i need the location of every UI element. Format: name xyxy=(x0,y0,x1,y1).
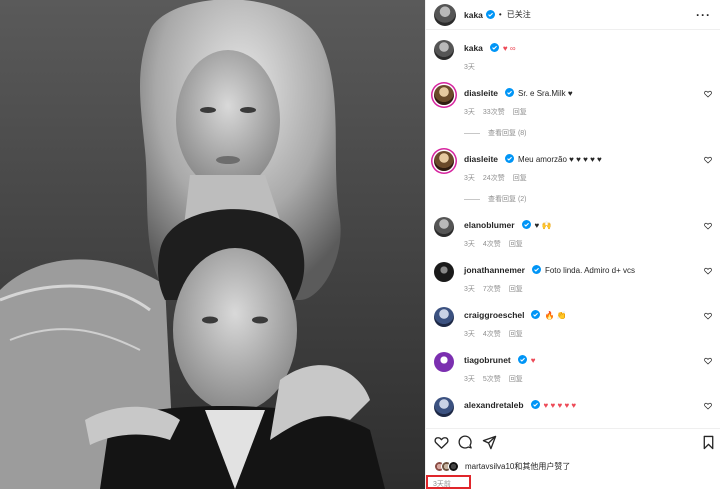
reply-button[interactable]: 回复 xyxy=(509,331,523,338)
header-separator: • xyxy=(498,10,502,19)
comment-avatar[interactable] xyxy=(434,85,454,105)
view-replies-label: 查看回复 (8) xyxy=(488,130,527,137)
like-comment-heart-icon[interactable] xyxy=(704,90,712,98)
comment-likes[interactable]: 5次赞 xyxy=(483,376,501,383)
liker-avatars xyxy=(434,460,459,472)
verified-badge-icon xyxy=(489,43,499,52)
following-status[interactable]: 已关注 xyxy=(507,9,531,20)
liked-by[interactable]: martavsilva10和其他用户赞了 xyxy=(434,460,570,472)
reply-button[interactable]: 回复 xyxy=(509,376,523,383)
comment-bubble-icon[interactable] xyxy=(458,435,473,450)
comment-time: 3天 xyxy=(464,376,475,383)
verified-badge-icon xyxy=(530,400,540,409)
reply-button[interactable]: 回复 xyxy=(509,241,523,248)
comment-time: 3天 xyxy=(464,331,475,338)
comment-time: 3天 xyxy=(464,241,475,248)
comment-time: 3天 xyxy=(464,286,475,293)
comment-text: Sr. e Sra.Milk ♥ xyxy=(518,89,573,98)
verified-badge-icon xyxy=(485,10,495,19)
comment-avatar[interactable] xyxy=(434,262,454,282)
author-avatar[interactable] xyxy=(434,3,456,26)
like-comment-heart-icon[interactable] xyxy=(704,312,712,320)
comment-avatar[interactable] xyxy=(434,151,454,171)
comment-username[interactable]: craiggroeschel xyxy=(464,310,524,320)
comment-username[interactable]: diasleite xyxy=(464,154,498,164)
verified-badge-icon xyxy=(505,88,515,97)
like-comment-heart-icon[interactable] xyxy=(704,156,712,164)
comment-likes[interactable]: 24次赞 xyxy=(483,175,505,182)
view-replies-button[interactable]: 查看回复 (8) xyxy=(464,128,527,138)
verified-badge-icon xyxy=(531,310,541,319)
verified-badge-icon xyxy=(531,265,541,274)
comment-avatar[interactable] xyxy=(434,352,454,372)
verified-badge-icon xyxy=(521,220,531,229)
caption-text: ♥ ∞ xyxy=(502,44,516,53)
comment-likes[interactable]: 4次赞 xyxy=(483,331,501,338)
reply-button[interactable]: 回复 xyxy=(509,286,523,293)
like-comment-heart-icon[interactable] xyxy=(704,402,712,410)
share-send-icon[interactable] xyxy=(482,435,497,450)
comment-username[interactable]: jonathannemer xyxy=(464,265,525,275)
post-header: kaka • 已关注 ··· xyxy=(426,0,720,30)
comment-text: ♥ xyxy=(530,356,536,365)
caption-time: 3天 xyxy=(464,64,475,71)
view-replies-button[interactable]: 查看回复 (2) xyxy=(464,194,527,204)
caption-username[interactable]: kaka xyxy=(464,43,483,53)
post-actions: martavsilva10和其他用户赞了 3天前 xyxy=(426,428,720,489)
save-bookmark-icon[interactable] xyxy=(701,435,716,450)
liked-by-text: martavsilva10和其他用户赞了 xyxy=(465,461,571,471)
like-heart-icon[interactable] xyxy=(434,435,449,450)
comment-likes[interactable]: 4次赞 xyxy=(483,241,501,248)
like-comment-heart-icon[interactable] xyxy=(704,357,712,365)
comment-username[interactable]: alexandretaleb xyxy=(464,400,524,410)
comment-text: 🔥 👏 xyxy=(544,311,567,320)
comment-username[interactable]: elanoblumer xyxy=(464,220,515,230)
liker-avatar xyxy=(448,460,459,472)
comment-likes[interactable]: 33次赞 xyxy=(483,109,505,116)
comment-avatar[interactable] xyxy=(434,217,454,237)
more-options-icon[interactable]: ··· xyxy=(696,8,711,22)
comment-text: ♥ 🙌 xyxy=(534,221,552,230)
view-replies-label: 查看回复 (2) xyxy=(488,196,527,203)
photo-image xyxy=(0,0,425,489)
like-comment-heart-icon[interactable] xyxy=(704,222,712,230)
comment-text: Foto linda. Admiro d+ vcs xyxy=(544,266,635,275)
comments-list[interactable]: kaka ♥ ∞ 3天 diasleite Sr. e Sra.Milk ♥ 3天 3… xyxy=(426,30,720,428)
comment-avatar[interactable] xyxy=(434,397,454,417)
like-comment-heart-icon[interactable] xyxy=(704,267,712,275)
comment-time: 3天 xyxy=(464,175,475,182)
post-timestamp: 3天前 xyxy=(426,475,471,489)
comment-time: 3天 xyxy=(464,109,475,116)
caption-avatar[interactable] xyxy=(434,40,454,60)
post-sidebar: kaka • 已关注 ··· kaka ♥ ∞ 3天 diasleite Sr. e… xyxy=(425,0,720,489)
comment-username[interactable]: tiagobrunet xyxy=(464,355,511,365)
verified-badge-icon xyxy=(505,154,515,163)
reply-button[interactable]: 回复 xyxy=(513,175,527,182)
verified-badge-icon xyxy=(517,355,527,364)
comment-username[interactable]: diasleite xyxy=(464,88,498,98)
caption-meta: 3天 xyxy=(464,62,483,72)
comment-likes[interactable]: 7次赞 xyxy=(483,286,501,293)
comment-text: Meu amorzão ♥ ♥ ♥ ♥ ♥ xyxy=(518,155,602,164)
comment-text: ♥ ♥ ♥ ♥ ♥ xyxy=(543,401,577,410)
author-username[interactable]: kaka xyxy=(464,10,483,20)
reply-button[interactable]: 回复 xyxy=(513,109,527,116)
post-photo[interactable] xyxy=(0,0,425,489)
comment-avatar[interactable] xyxy=(434,307,454,327)
